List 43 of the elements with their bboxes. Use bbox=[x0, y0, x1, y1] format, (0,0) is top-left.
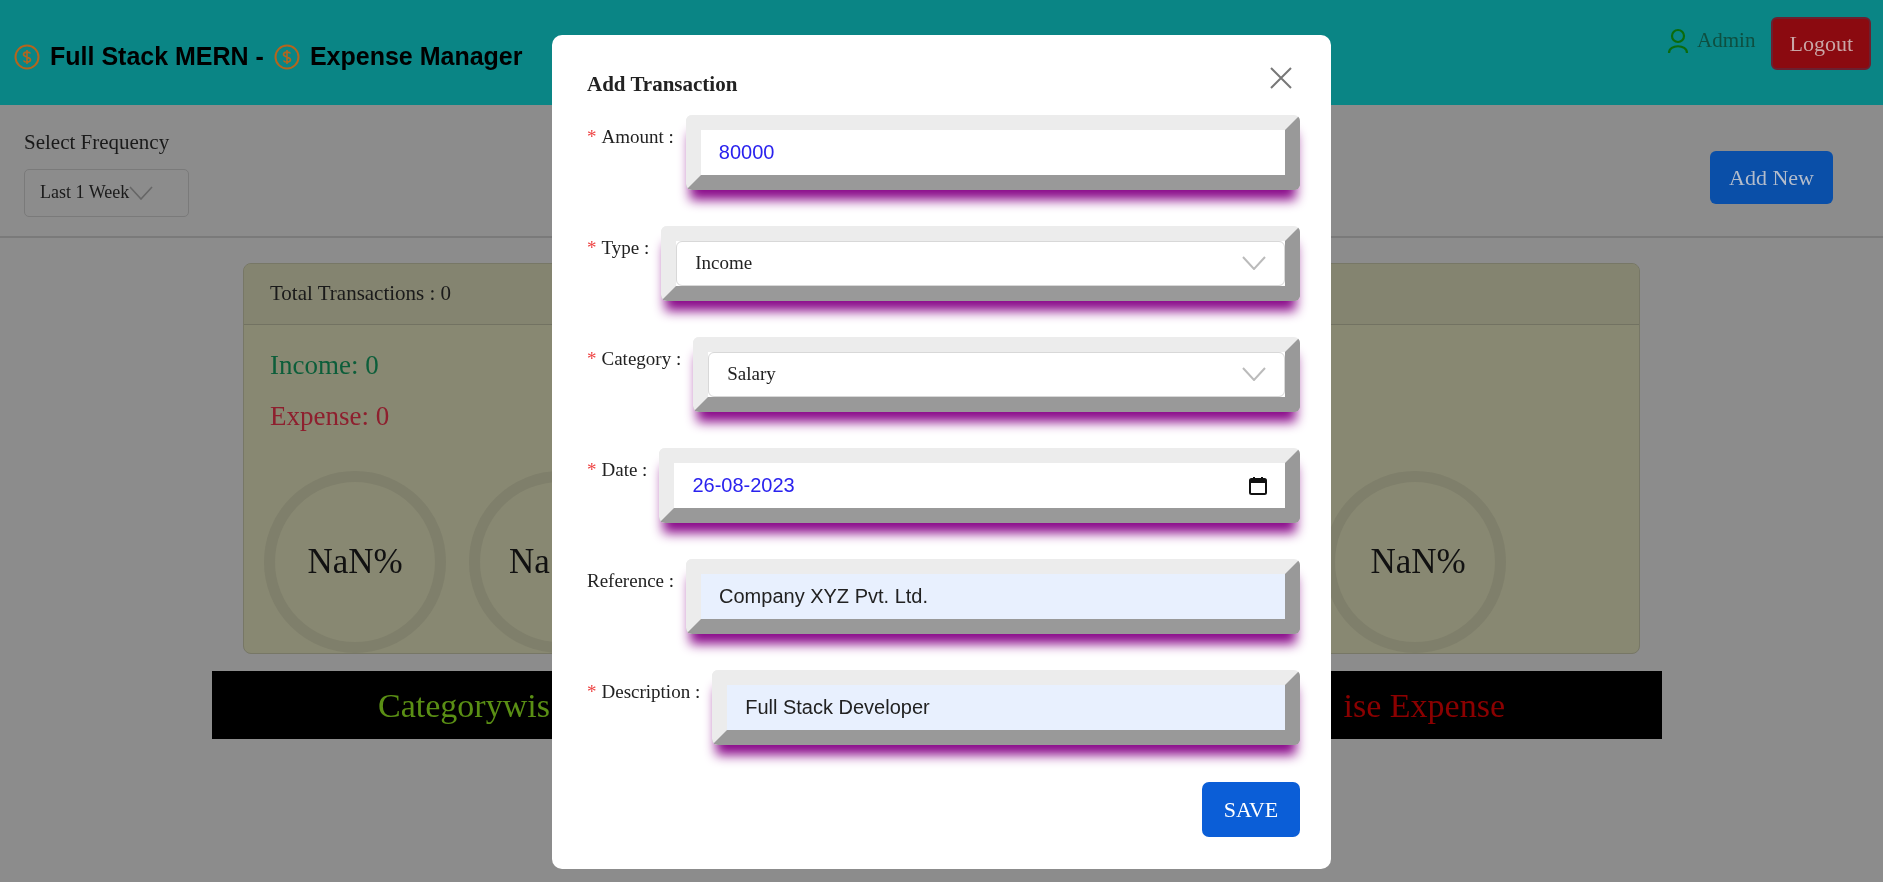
label-text: Category : bbox=[601, 347, 682, 369]
percent-text: NaN% bbox=[307, 540, 403, 583]
expense-heading: ise Expense bbox=[1343, 685, 1505, 726]
income-total: Income: 0 bbox=[269, 349, 379, 382]
frequency-label: Select Frequency bbox=[24, 129, 171, 156]
text-input[interactable]: Full Stack Developer bbox=[727, 684, 1285, 730]
logout-button[interactable]: Logout bbox=[1771, 17, 1871, 70]
amount-input[interactable]: 80000 bbox=[700, 129, 1285, 175]
frequency-select[interactable]: Last 1 Week bbox=[24, 168, 189, 217]
select-field[interactable]: Salary bbox=[708, 351, 1285, 397]
expense-total: Expense: 0 bbox=[269, 399, 390, 433]
user-icon bbox=[1667, 27, 1690, 54]
app-title: Expense Manager bbox=[309, 40, 523, 72]
app-title: Full Stack MERN - bbox=[50, 40, 264, 72]
label-text: Description : bbox=[601, 680, 701, 702]
label-text: Date : bbox=[601, 458, 648, 480]
dollar-coin-icon bbox=[273, 43, 300, 70]
required-mark: * bbox=[587, 458, 597, 480]
frequency-value: Last 1 Week bbox=[40, 181, 130, 204]
required-mark: * bbox=[587, 680, 597, 702]
save-button[interactable]: SAVE bbox=[1202, 781, 1300, 837]
income-heading: Categorywis bbox=[378, 685, 550, 726]
dollar-coin-icon bbox=[14, 43, 40, 70]
chevron-icon bbox=[1242, 256, 1266, 270]
label-text: Type : bbox=[601, 236, 650, 258]
required-mark: * bbox=[587, 125, 597, 147]
date-input[interactable]: 26-08-2023 bbox=[674, 462, 1285, 508]
total-transactions: Total Transactions : 0 bbox=[270, 281, 452, 305]
text-input[interactable]: Company XYZ Pvt. Ltd. bbox=[701, 573, 1285, 619]
user-name: Admin bbox=[1697, 27, 1756, 54]
percent-text: NaN% bbox=[1370, 540, 1466, 583]
close-icon[interactable] bbox=[1270, 67, 1292, 89]
chevron-icon bbox=[1242, 367, 1266, 381]
percent-text: Na bbox=[509, 540, 550, 583]
add-new-button[interactable]: Add New bbox=[1710, 151, 1833, 204]
calendar-icon[interactable] bbox=[1249, 475, 1267, 495]
field-label: Reference : bbox=[587, 568, 675, 593]
modal-title: Add Transaction bbox=[587, 71, 738, 98]
chevron-icon bbox=[129, 185, 154, 200]
required-mark: * bbox=[587, 347, 597, 369]
label-text: Amount : bbox=[601, 125, 674, 147]
select-field[interactable]: Income bbox=[676, 240, 1285, 286]
required-mark: * bbox=[587, 236, 597, 258]
